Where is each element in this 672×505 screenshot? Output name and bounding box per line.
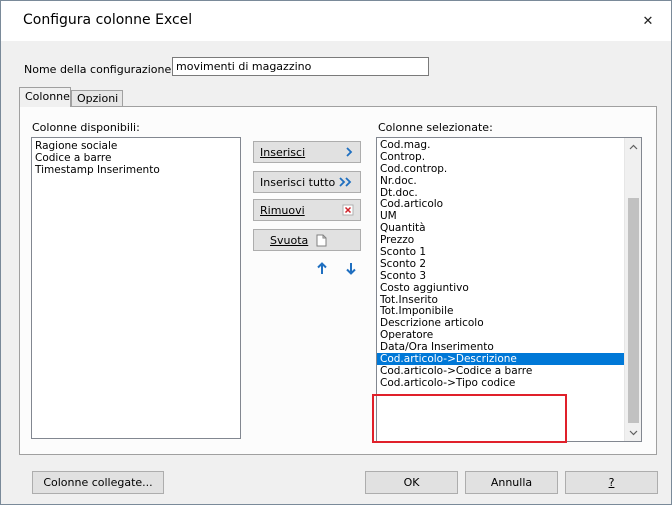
list-item[interactable]: Controp. <box>377 151 625 163</box>
linked-columns-button-label: Colonne collegate... <box>43 476 153 489</box>
selected-columns-label: Colonne selezionate: <box>378 121 493 134</box>
scroll-thumb[interactable] <box>628 198 639 423</box>
list-item[interactable]: Timestamp Inserimento <box>32 164 240 176</box>
linked-columns-button[interactable]: Colonne collegate... <box>32 471 164 494</box>
vertical-scrollbar[interactable] <box>624 138 641 441</box>
list-item[interactable]: Sconto 1 <box>377 246 625 258</box>
list-item[interactable]: Sconto 2 <box>377 258 625 270</box>
list-item[interactable]: UM <box>377 210 625 222</box>
cancel-button-label: Annulla <box>490 476 533 489</box>
list-item[interactable]: Tot.Inserito <box>377 294 625 306</box>
available-columns-label: Colonne disponibili: <box>32 121 140 134</box>
list-item-selected[interactable]: Cod.articolo->Descrizione <box>377 353 625 365</box>
config-name-label: Nome della configurazione: <box>24 63 175 76</box>
list-item[interactable]: Codice a barre <box>32 152 240 164</box>
list-item[interactable]: Ragione sociale <box>32 140 240 152</box>
ok-button-label: OK <box>403 476 420 489</box>
list-item[interactable]: Dt.doc. <box>377 187 625 199</box>
clear-button-label: Svuota <box>270 233 309 247</box>
ok-button[interactable]: OK <box>365 471 458 494</box>
list-item[interactable]: Sconto 3 <box>377 270 625 282</box>
tab-opzioni[interactable]: Opzioni <box>71 90 123 107</box>
title-bar: Configura colonne Excel ✕ <box>1 1 671 41</box>
configure-columns-dialog: Configura colonne Excel ✕ Nome della con… <box>0 0 672 505</box>
list-item[interactable]: Cod.mag. <box>377 139 625 151</box>
insert-all-button-label: Inserisci tutto <box>260 175 336 189</box>
help-button[interactable]: ? <box>565 471 658 494</box>
insert-button-label: Inserisci <box>260 145 306 159</box>
remove-button[interactable]: Rimuovi <box>253 199 361 221</box>
list-item[interactable]: Nr.doc. <box>377 175 625 187</box>
list-item[interactable]: Costo aggiuntivo <box>377 282 625 294</box>
list-item[interactable]: Cod.articolo->Codice a barre <box>377 365 625 377</box>
selected-columns-list[interactable]: Cod.mag. Controp. Cod.controp. Nr.doc. D… <box>376 137 642 442</box>
chevron-right-icon <box>344 147 354 157</box>
available-columns-list[interactable]: Ragione sociale Codice a barre Timestamp… <box>31 137 241 439</box>
list-item[interactable]: Descrizione articolo <box>377 317 625 329</box>
config-name-input[interactable] <box>172 57 429 76</box>
blank-page-icon <box>316 234 327 247</box>
help-button-label: ? <box>608 476 615 489</box>
list-item[interactable]: Tot.Imponibile <box>377 305 625 318</box>
arrow-up-icon[interactable] <box>317 262 327 278</box>
clear-button[interactable]: Svuota <box>253 229 361 251</box>
arrow-down-icon[interactable] <box>346 262 356 278</box>
window-title: Configura colonne Excel <box>23 12 193 28</box>
scroll-down-icon[interactable] <box>625 424 641 441</box>
remove-x-icon <box>342 204 354 216</box>
close-button[interactable]: ✕ <box>625 1 671 41</box>
insert-all-button[interactable]: Inserisci tutto <box>253 171 361 193</box>
list-item[interactable]: Quantità <box>377 222 625 234</box>
list-item[interactable]: Operatore <box>377 329 625 341</box>
scroll-up-icon[interactable] <box>625 138 641 155</box>
list-item[interactable]: Cod.articolo->Tipo codice <box>377 377 625 389</box>
list-item[interactable]: Data/Ora Inserimento <box>377 341 625 353</box>
list-item[interactable]: Prezzo <box>377 234 625 246</box>
remove-button-label: Rimuovi <box>260 203 305 217</box>
insert-button[interactable]: Inserisci <box>253 141 361 163</box>
close-icon: ✕ <box>642 13 654 29</box>
tab-colonne[interactable]: Colonne <box>19 87 71 107</box>
list-item[interactable]: Cod.articolo <box>377 198 625 211</box>
double-chevron-right-icon <box>338 177 354 187</box>
list-item[interactable]: Cod.controp. <box>377 163 625 175</box>
cancel-button[interactable]: Annulla <box>465 471 558 494</box>
